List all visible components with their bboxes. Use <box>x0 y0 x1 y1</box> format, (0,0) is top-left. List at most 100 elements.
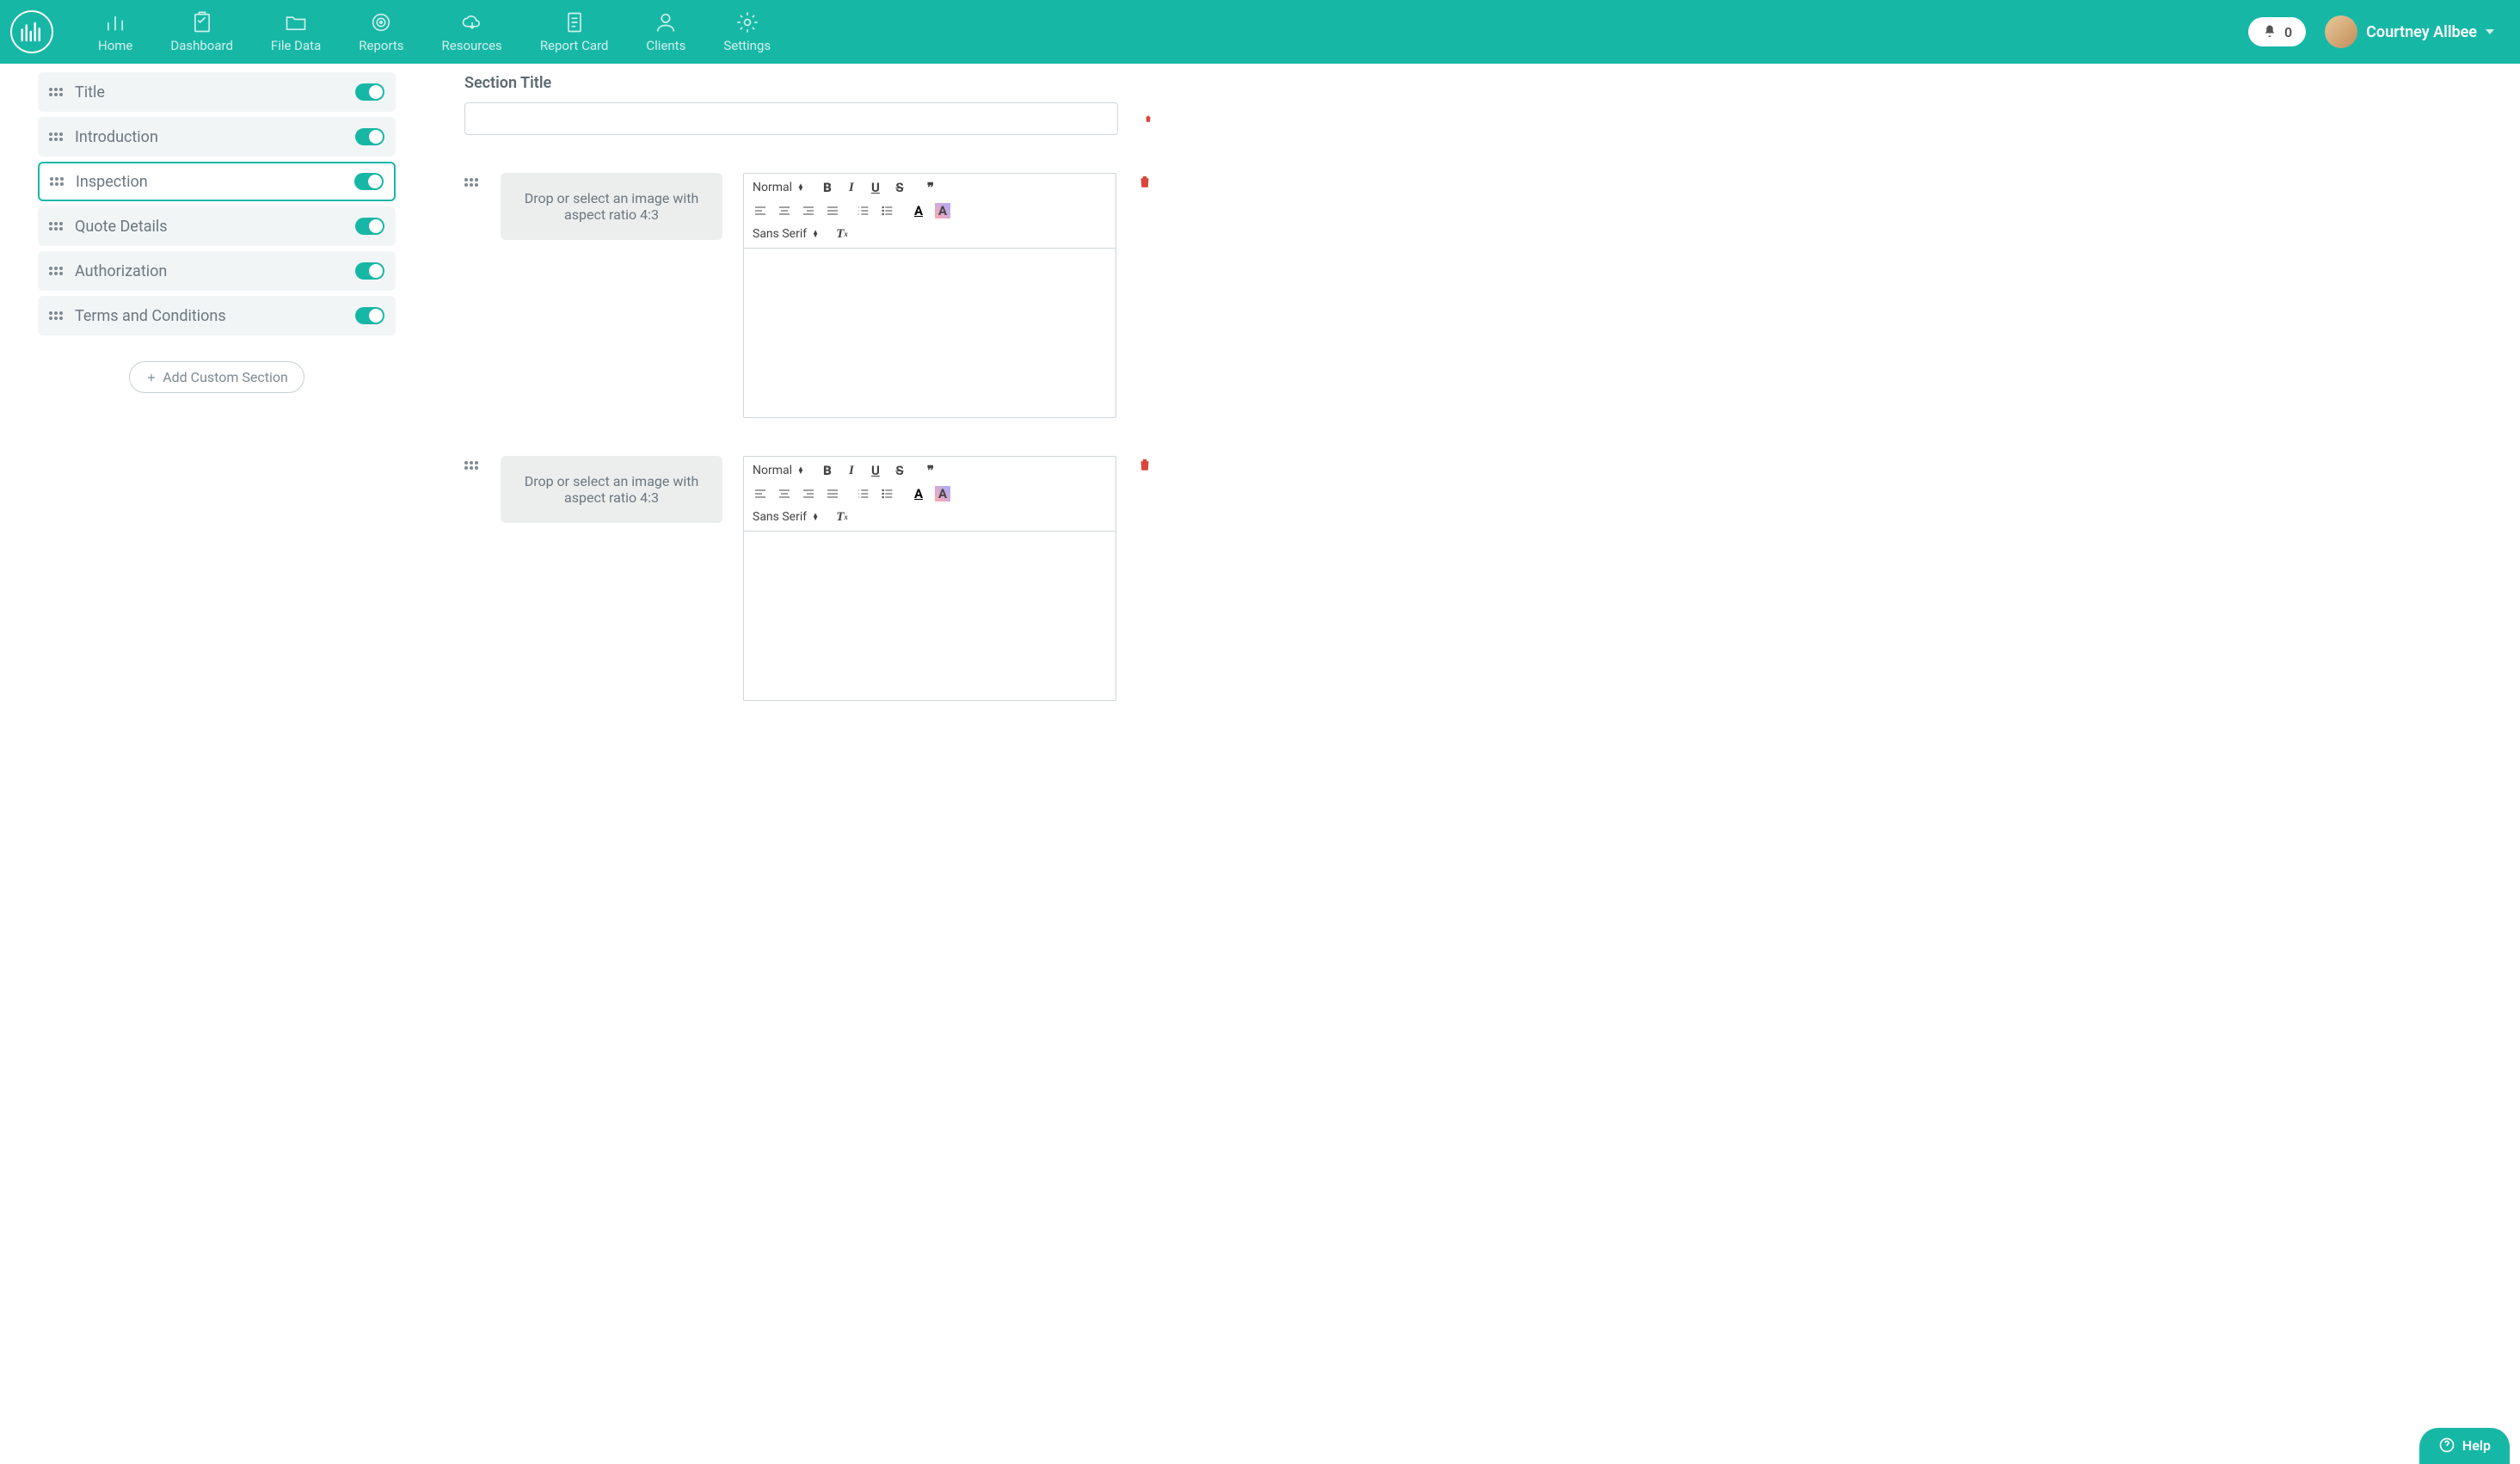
trash-icon <box>1137 173 1152 190</box>
user-name: Courtney Allbee <box>2366 23 2477 41</box>
section-toggle[interactable] <box>355 218 384 235</box>
nav-home[interactable]: Home <box>79 10 151 53</box>
section-toggle[interactable] <box>355 307 384 324</box>
section-toggle[interactable] <box>355 262 384 280</box>
delete-block-button[interactable] <box>1137 456 1152 473</box>
rich-text-editor[interactable]: Normal▲▼ B I U S ❞ A A Sans Serif▲▼ Tx <box>743 456 1116 701</box>
ordered-list-button[interactable] <box>856 486 871 501</box>
underline-button[interactable]: U <box>868 180 883 195</box>
section-label: Authorization <box>75 262 355 280</box>
nav-label: Resources <box>442 38 502 53</box>
ordered-list-button[interactable] <box>856 203 871 218</box>
section-title-input[interactable] <box>464 102 1118 135</box>
drag-handle-icon[interactable] <box>49 222 65 231</box>
image-dropzone[interactable]: Drop or select an image with aspect rati… <box>501 173 722 240</box>
bold-button[interactable]: B <box>820 180 835 195</box>
nav-label: Settings <box>723 38 771 53</box>
heading-select[interactable]: Normal▲▼ <box>753 179 804 196</box>
align-right-button[interactable] <box>801 486 816 501</box>
section-toggle[interactable] <box>355 128 384 145</box>
add-custom-section-button[interactable]: Add Custom Section <box>129 361 304 393</box>
nav-resources[interactable]: Resources <box>423 10 521 53</box>
editor-panel: Section Title Drop or select an image wi… <box>404 64 1213 735</box>
align-left-button[interactable] <box>753 486 768 501</box>
user-menu[interactable]: Courtney Allbee <box>2325 15 2510 48</box>
drag-handle-icon[interactable] <box>49 311 65 320</box>
section-row-title[interactable]: Title <box>38 72 396 112</box>
text-color-button[interactable]: A <box>911 203 926 218</box>
rte-toolbar: Normal▲▼ B I U S ❞ A A Sans Serif▲▼ Tx <box>744 174 1116 249</box>
user-icon <box>654 10 678 34</box>
rte-body[interactable] <box>744 249 1116 417</box>
section-label: Title <box>75 83 355 101</box>
rte-toolbar: Normal▲▼ B I U S ❞ A A Sans Serif▲▼ Tx <box>744 457 1116 532</box>
bullet-list-button[interactable] <box>880 486 895 501</box>
nav-dashboard[interactable]: Dashboard <box>151 10 252 53</box>
section-row-introduction[interactable]: Introduction <box>38 117 396 157</box>
cloud-icon <box>460 10 484 34</box>
text-color-button[interactable]: A <box>911 486 926 501</box>
nav-reportcard[interactable]: Report Card <box>521 10 628 53</box>
logo-bars-icon <box>19 19 45 45</box>
italic-button[interactable]: I <box>844 463 859 478</box>
quote-button[interactable]: ❞ <box>923 180 938 195</box>
align-justify-button[interactable] <box>825 203 840 218</box>
font-select[interactable]: Sans Serif▲▼ <box>753 508 819 526</box>
chevron-down-icon <box>2486 29 2494 34</box>
drag-handle-icon[interactable] <box>50 177 65 186</box>
section-row-authorization[interactable]: Authorization <box>38 251 396 291</box>
notifications-button[interactable]: 0 <box>2248 17 2306 46</box>
trash-icon <box>1144 110 1152 127</box>
help-label: Help <box>2462 1437 2491 1454</box>
heading-select[interactable]: Normal▲▼ <box>753 462 804 479</box>
image-dropzone[interactable]: Drop or select an image with aspect rati… <box>501 456 722 523</box>
delete-block-button[interactable] <box>1137 173 1152 190</box>
clear-format-button[interactable]: Tx <box>834 226 850 242</box>
section-toggle[interactable] <box>355 83 384 101</box>
align-center-button[interactable] <box>777 486 792 501</box>
nav-items: Home Dashboard File Data Reports Resourc… <box>79 10 2248 53</box>
align-left-button[interactable] <box>753 203 768 218</box>
help-button[interactable]: Help <box>2419 1428 2510 1464</box>
drag-handle-icon[interactable] <box>49 88 65 96</box>
align-justify-button[interactable] <box>825 486 840 501</box>
strike-button[interactable]: S <box>892 463 907 478</box>
section-row-quote-details[interactable]: Quote Details <box>38 206 396 246</box>
section-row-terms-and-conditions[interactable]: Terms and Conditions <box>38 296 396 335</box>
bars-icon <box>103 10 127 34</box>
document-icon <box>562 10 587 34</box>
logo[interactable] <box>10 10 53 53</box>
rich-text-editor[interactable]: Normal▲▼ B I U S ❞ A A Sans Serif▲▼ Tx <box>743 173 1116 418</box>
clear-format-button[interactable]: Tx <box>834 509 850 525</box>
section-row-inspection[interactable]: Inspection <box>38 162 396 201</box>
drag-handle-icon[interactable] <box>464 173 480 187</box>
align-center-button[interactable] <box>777 203 792 218</box>
drag-handle-icon[interactable] <box>49 267 65 275</box>
rte-body[interactable] <box>744 532 1116 700</box>
nav-right: 0 Courtney Allbee <box>2248 15 2510 48</box>
align-right-button[interactable] <box>801 203 816 218</box>
nav-label: File Data <box>271 38 321 53</box>
highlight-button[interactable]: A <box>935 486 950 501</box>
bold-button[interactable]: B <box>820 463 835 478</box>
drag-handle-icon[interactable] <box>464 456 480 470</box>
drag-handle-icon[interactable] <box>49 132 65 141</box>
nav-clients[interactable]: Clients <box>627 10 704 53</box>
nav-settings[interactable]: Settings <box>704 10 790 53</box>
highlight-button[interactable]: A <box>935 203 950 218</box>
font-select[interactable]: Sans Serif▲▼ <box>753 225 819 243</box>
underline-button[interactable]: U <box>868 463 883 478</box>
quote-button[interactable]: ❞ <box>923 463 938 478</box>
gear-icon <box>735 10 759 34</box>
nav-label: Home <box>98 38 132 53</box>
nav-label: Dashboard <box>170 38 233 53</box>
clipboard-icon <box>190 10 214 34</box>
bullet-list-button[interactable] <box>880 203 895 218</box>
nav-filedata[interactable]: File Data <box>252 10 340 53</box>
strike-button[interactable]: S <box>892 180 907 195</box>
nav-reports[interactable]: Reports <box>340 10 422 53</box>
section-toggle[interactable] <box>354 173 384 190</box>
delete-section-button[interactable] <box>1144 110 1152 127</box>
italic-button[interactable]: I <box>844 180 859 195</box>
nav-label: Reports <box>359 38 403 53</box>
